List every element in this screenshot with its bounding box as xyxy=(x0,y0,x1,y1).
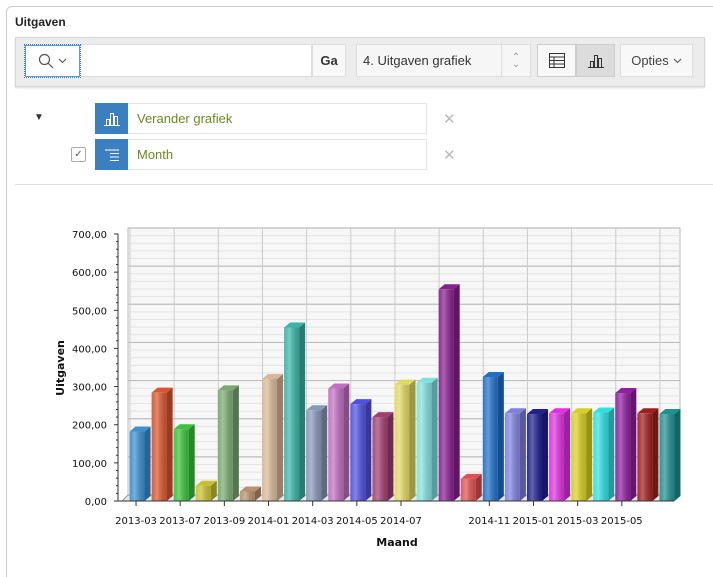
bar-shine xyxy=(416,382,432,501)
bar[interactable] xyxy=(482,372,504,501)
x-tick-label: 2015-01 xyxy=(513,516,555,527)
bar[interactable] xyxy=(526,409,548,501)
bar-side-shade xyxy=(321,405,328,501)
bar-side-shade xyxy=(564,408,571,501)
bar[interactable] xyxy=(262,373,284,501)
y-tick-label: 700,00 xyxy=(72,230,107,241)
bar-shine xyxy=(151,392,167,501)
bar-shine xyxy=(328,388,344,501)
bar-shine xyxy=(284,327,300,501)
bar-shine xyxy=(460,478,476,501)
bar[interactable] xyxy=(372,412,394,501)
bar-shine xyxy=(262,378,278,501)
bar-shine xyxy=(593,412,609,501)
bar-side-shade xyxy=(409,379,416,501)
bar-shine xyxy=(129,431,145,501)
bar-shine xyxy=(372,417,388,501)
bar[interactable] xyxy=(549,408,571,501)
bar-side-shade xyxy=(166,387,173,501)
bar[interactable] xyxy=(416,377,438,501)
bar-chart: 2013-03 2013-07 2013-09 2014-01 2014-03 2014-… xyxy=(54,227,682,549)
bar[interactable] xyxy=(504,408,526,501)
bar-shine xyxy=(195,485,211,501)
bar[interactable] xyxy=(195,480,217,501)
bar-shine xyxy=(504,413,520,501)
y-tick-label: 200,00 xyxy=(72,421,107,432)
bar-shine xyxy=(659,414,675,501)
bar-side-shade xyxy=(365,399,372,501)
bar-side-shade xyxy=(188,424,195,501)
bar[interactable] xyxy=(328,383,350,501)
bar[interactable] xyxy=(151,387,173,501)
bar-side-shade xyxy=(387,412,394,501)
bar[interactable] xyxy=(394,379,416,501)
bar-side-shade xyxy=(608,407,615,501)
x-axis-title: Maand xyxy=(376,536,418,549)
bar[interactable] xyxy=(217,385,239,501)
bar-side-shade xyxy=(453,284,460,501)
x-tick-label: 2013-07 xyxy=(159,516,201,527)
bar-side-shade xyxy=(674,409,681,501)
x-tick-label: 2014-01 xyxy=(248,516,290,527)
y-tick-label: 100,00 xyxy=(72,459,107,470)
bar-side-shade xyxy=(497,372,504,501)
bar-side-shade xyxy=(232,385,239,501)
bar-shine xyxy=(571,413,587,501)
x-tick-label: 2014-03 xyxy=(292,516,334,527)
bar-side-shade xyxy=(541,409,548,501)
bar[interactable] xyxy=(659,409,681,501)
bar-shine xyxy=(239,491,255,501)
bar-shine xyxy=(637,413,653,501)
bar-side-shade xyxy=(343,383,350,501)
bar-shine xyxy=(526,414,542,501)
bar-shine xyxy=(615,393,631,501)
x-tick-label: 2013-03 xyxy=(115,516,157,527)
bar-side-shade xyxy=(519,408,526,501)
bar[interactable] xyxy=(615,388,637,501)
y-tick-label: 600,00 xyxy=(72,268,107,279)
bar-side-shade xyxy=(299,322,306,501)
bar-side-shade xyxy=(144,426,151,501)
x-tick-label: 2014-05 xyxy=(336,516,378,527)
bar-shine xyxy=(394,384,410,501)
bar-side-shade xyxy=(277,373,284,501)
bar-shine xyxy=(306,410,322,501)
bar-shine xyxy=(549,413,565,501)
y-tick-label: 500,00 xyxy=(72,306,107,317)
bar-side-shade xyxy=(630,388,637,501)
bar-side-shade xyxy=(431,377,438,501)
x-tick-label: 2014-07 xyxy=(380,516,422,527)
bar[interactable] xyxy=(306,405,328,501)
bar-side-shade xyxy=(586,408,593,501)
bar[interactable] xyxy=(350,399,372,501)
x-tick-label: 2015-05 xyxy=(601,516,643,527)
x-tick-label: 2015-03 xyxy=(557,516,599,527)
bar[interactable] xyxy=(460,473,482,501)
bar[interactable] xyxy=(637,408,659,501)
y-tick-label: 300,00 xyxy=(72,383,107,394)
bar-shine xyxy=(438,289,454,501)
x-tick-label: 2014-11 xyxy=(468,516,510,527)
bar-shine xyxy=(217,390,233,501)
bar-shine xyxy=(482,377,498,501)
x-tick-label: 2013-09 xyxy=(203,516,245,527)
bar-shine xyxy=(173,429,189,501)
bar[interactable] xyxy=(173,424,195,501)
bar-side-shade xyxy=(652,408,659,501)
y-tick-label: 0,00 xyxy=(85,497,107,508)
y-axis-title: Uitgaven xyxy=(54,340,67,396)
y-tick-label: 400,00 xyxy=(72,344,107,355)
bar[interactable] xyxy=(571,408,593,501)
bar[interactable] xyxy=(284,322,306,501)
bar[interactable] xyxy=(129,426,151,501)
bar[interactable] xyxy=(438,284,460,501)
bar[interactable] xyxy=(593,407,615,501)
bar-shine xyxy=(350,404,366,501)
